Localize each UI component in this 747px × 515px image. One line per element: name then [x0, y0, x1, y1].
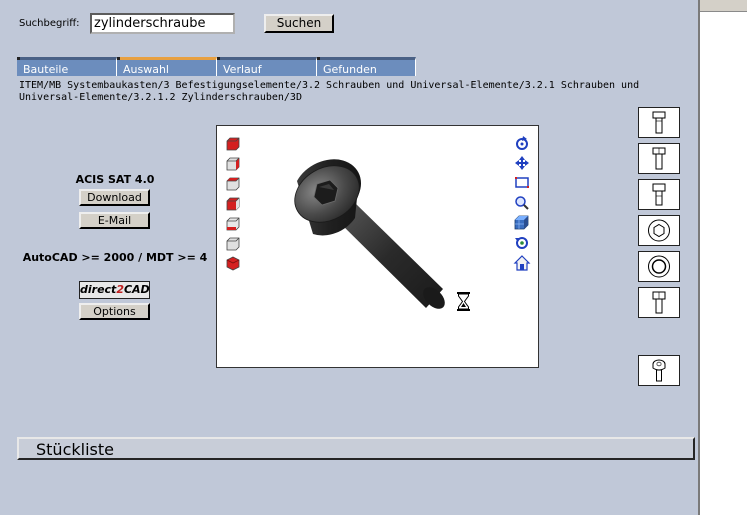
tab-bauteile[interactable]: Bauteile [17, 57, 117, 76]
tab-gefunden[interactable]: Gefunden [317, 57, 416, 76]
view-top-icon[interactable] [226, 217, 240, 231]
search-button[interactable]: Suchen [264, 14, 334, 33]
download-button[interactable]: Download [79, 189, 150, 206]
breadcrumb: ITEM/MB Systembaukasten/3 Befestigungsel… [19, 80, 640, 103]
main-panel: Suchbegriff: zylinderschraube Suchen Bau… [0, 0, 698, 515]
thumbnail-screw-side-2[interactable] [638, 143, 680, 174]
tab-auswahl[interactable]: Auswahl [117, 57, 217, 76]
3d-viewer[interactable] [216, 125, 539, 368]
view-right-icon[interactable] [226, 197, 240, 211]
email-button[interactable]: E-Mail [79, 212, 150, 229]
view-bottom-icon[interactable] [226, 237, 240, 251]
tab-bauteile-label: Bauteile [23, 63, 69, 76]
screw-side-icon [652, 291, 666, 314]
search-input[interactable]: zylinderschraube [90, 13, 235, 34]
tab-verlauf[interactable]: Verlauf [217, 57, 317, 76]
hourglass-icon [457, 292, 470, 311]
tab-auswahl-label: Auswahl [123, 63, 169, 76]
direct2cad-text-a: direct [80, 283, 117, 296]
rotate-icon[interactable] [516, 136, 528, 150]
right-pane-toolbar [700, 0, 747, 12]
screw-side-icon [652, 111, 666, 134]
view-iso-icon[interactable] [226, 256, 240, 271]
pan-icon[interactable] [515, 156, 529, 170]
direct2cad-text-b: 2 [116, 283, 124, 296]
zoom-window-icon[interactable] [515, 177, 529, 188]
direct2cad-text-c: CAD [123, 283, 150, 296]
screw-side-icon [652, 147, 666, 170]
view-front-icon[interactable] [226, 137, 240, 151]
screw-bottom-icon [648, 255, 670, 278]
direct2cad-button[interactable]: direct2CAD [79, 281, 150, 299]
options-button[interactable]: Options [79, 303, 150, 320]
thumbnail-screw-side-4[interactable] [638, 287, 680, 318]
tab-gefunden-label: Gefunden [323, 63, 377, 76]
shading-icon[interactable] [514, 215, 529, 230]
view-left-icon[interactable] [226, 177, 240, 191]
thumbnail-screw-top-1[interactable] [638, 215, 680, 246]
format-acis-title: ACIS SAT 4.0 [75, 173, 155, 186]
bom-bar[interactable]: Stückliste [17, 437, 695, 460]
view-back-icon[interactable] [226, 157, 240, 171]
thumbnail-screw-top-2[interactable] [638, 251, 680, 282]
thumbnail-screw-side-1[interactable] [638, 107, 680, 138]
format-autocad-title: AutoCAD >= 2000 / MDT >= 4 [22, 251, 208, 264]
zoom-icon[interactable] [515, 196, 529, 210]
thumbnail-screw-side-3[interactable] [638, 179, 680, 210]
screw-top-icon [648, 219, 670, 242]
right-pane [698, 0, 747, 515]
bom-title: Stückliste [36, 440, 114, 459]
screw-iso-icon [652, 359, 666, 382]
tab-verlauf-label: Verlauf [223, 63, 262, 76]
screw-side-icon [652, 183, 666, 206]
thumbnail-screw-iso[interactable] [638, 355, 680, 386]
search-label: Suchbegriff: [19, 18, 80, 29]
home-icon[interactable] [513, 255, 531, 271]
screw-3d-model [294, 159, 445, 309]
reset-rotation-icon[interactable] [515, 237, 528, 249]
